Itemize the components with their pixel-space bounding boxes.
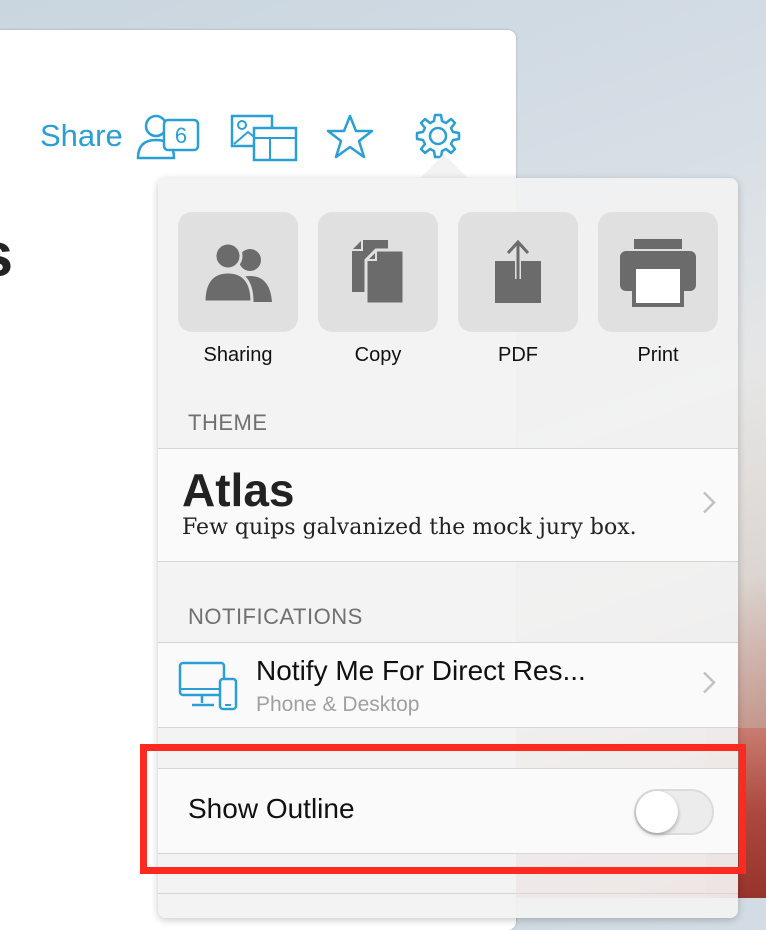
copy-icon [352, 240, 406, 306]
chevron-right-icon [702, 671, 716, 700]
popover-arrow [420, 154, 468, 178]
theme-section-header: THEME [188, 410, 268, 435]
print-label: Print [637, 344, 679, 366]
star-icon[interactable] [326, 114, 374, 165]
share-button[interactable]: Share [40, 118, 123, 154]
print-action[interactable]: Print [598, 212, 718, 367]
pdf-tile[interactable] [458, 212, 578, 332]
sharing-icon [202, 241, 272, 304]
printer-icon [620, 239, 696, 307]
print-tile[interactable] [598, 212, 718, 332]
notifications-row[interactable]: Notify Me For Direct Res... Phone & Desk… [158, 642, 738, 728]
collaborators-icon[interactable]: 6 [134, 112, 200, 167]
copy-action[interactable]: Copy [318, 212, 438, 367]
highlight-annotation [140, 744, 746, 874]
pdf-export-icon [495, 239, 541, 303]
document-heading-fragment: ts [0, 220, 36, 291]
devices-icon [178, 661, 238, 716]
sharing-label: Sharing [203, 344, 273, 366]
theme-sample-text: Few quips galvanized the mock jury box. [182, 515, 637, 540]
divider [158, 893, 738, 894]
chevron-right-icon [702, 491, 716, 520]
theme-row[interactable]: Atlas Few quips galvanized the mock jury… [158, 448, 738, 562]
pdf-action[interactable]: PDF [458, 212, 578, 367]
notifications-section-header: NOTIFICATIONS [188, 604, 363, 629]
collaborator-count: 6 [175, 123, 187, 148]
copy-tile[interactable] [318, 212, 438, 332]
notifications-title: Notify Me For Direct Res... [256, 655, 586, 686]
copy-label: Copy [354, 344, 402, 366]
sharing-action[interactable]: Sharing [178, 212, 298, 367]
pdf-label: PDF [498, 344, 538, 366]
sharing-tile[interactable] [178, 212, 298, 332]
action-tiles: Sharing Copy PDF Print [178, 212, 718, 367]
notifications-subtitle: Phone & Desktop [256, 693, 420, 716]
theme-name: Atlas [182, 464, 295, 516]
gallery-icon[interactable] [230, 114, 298, 167]
